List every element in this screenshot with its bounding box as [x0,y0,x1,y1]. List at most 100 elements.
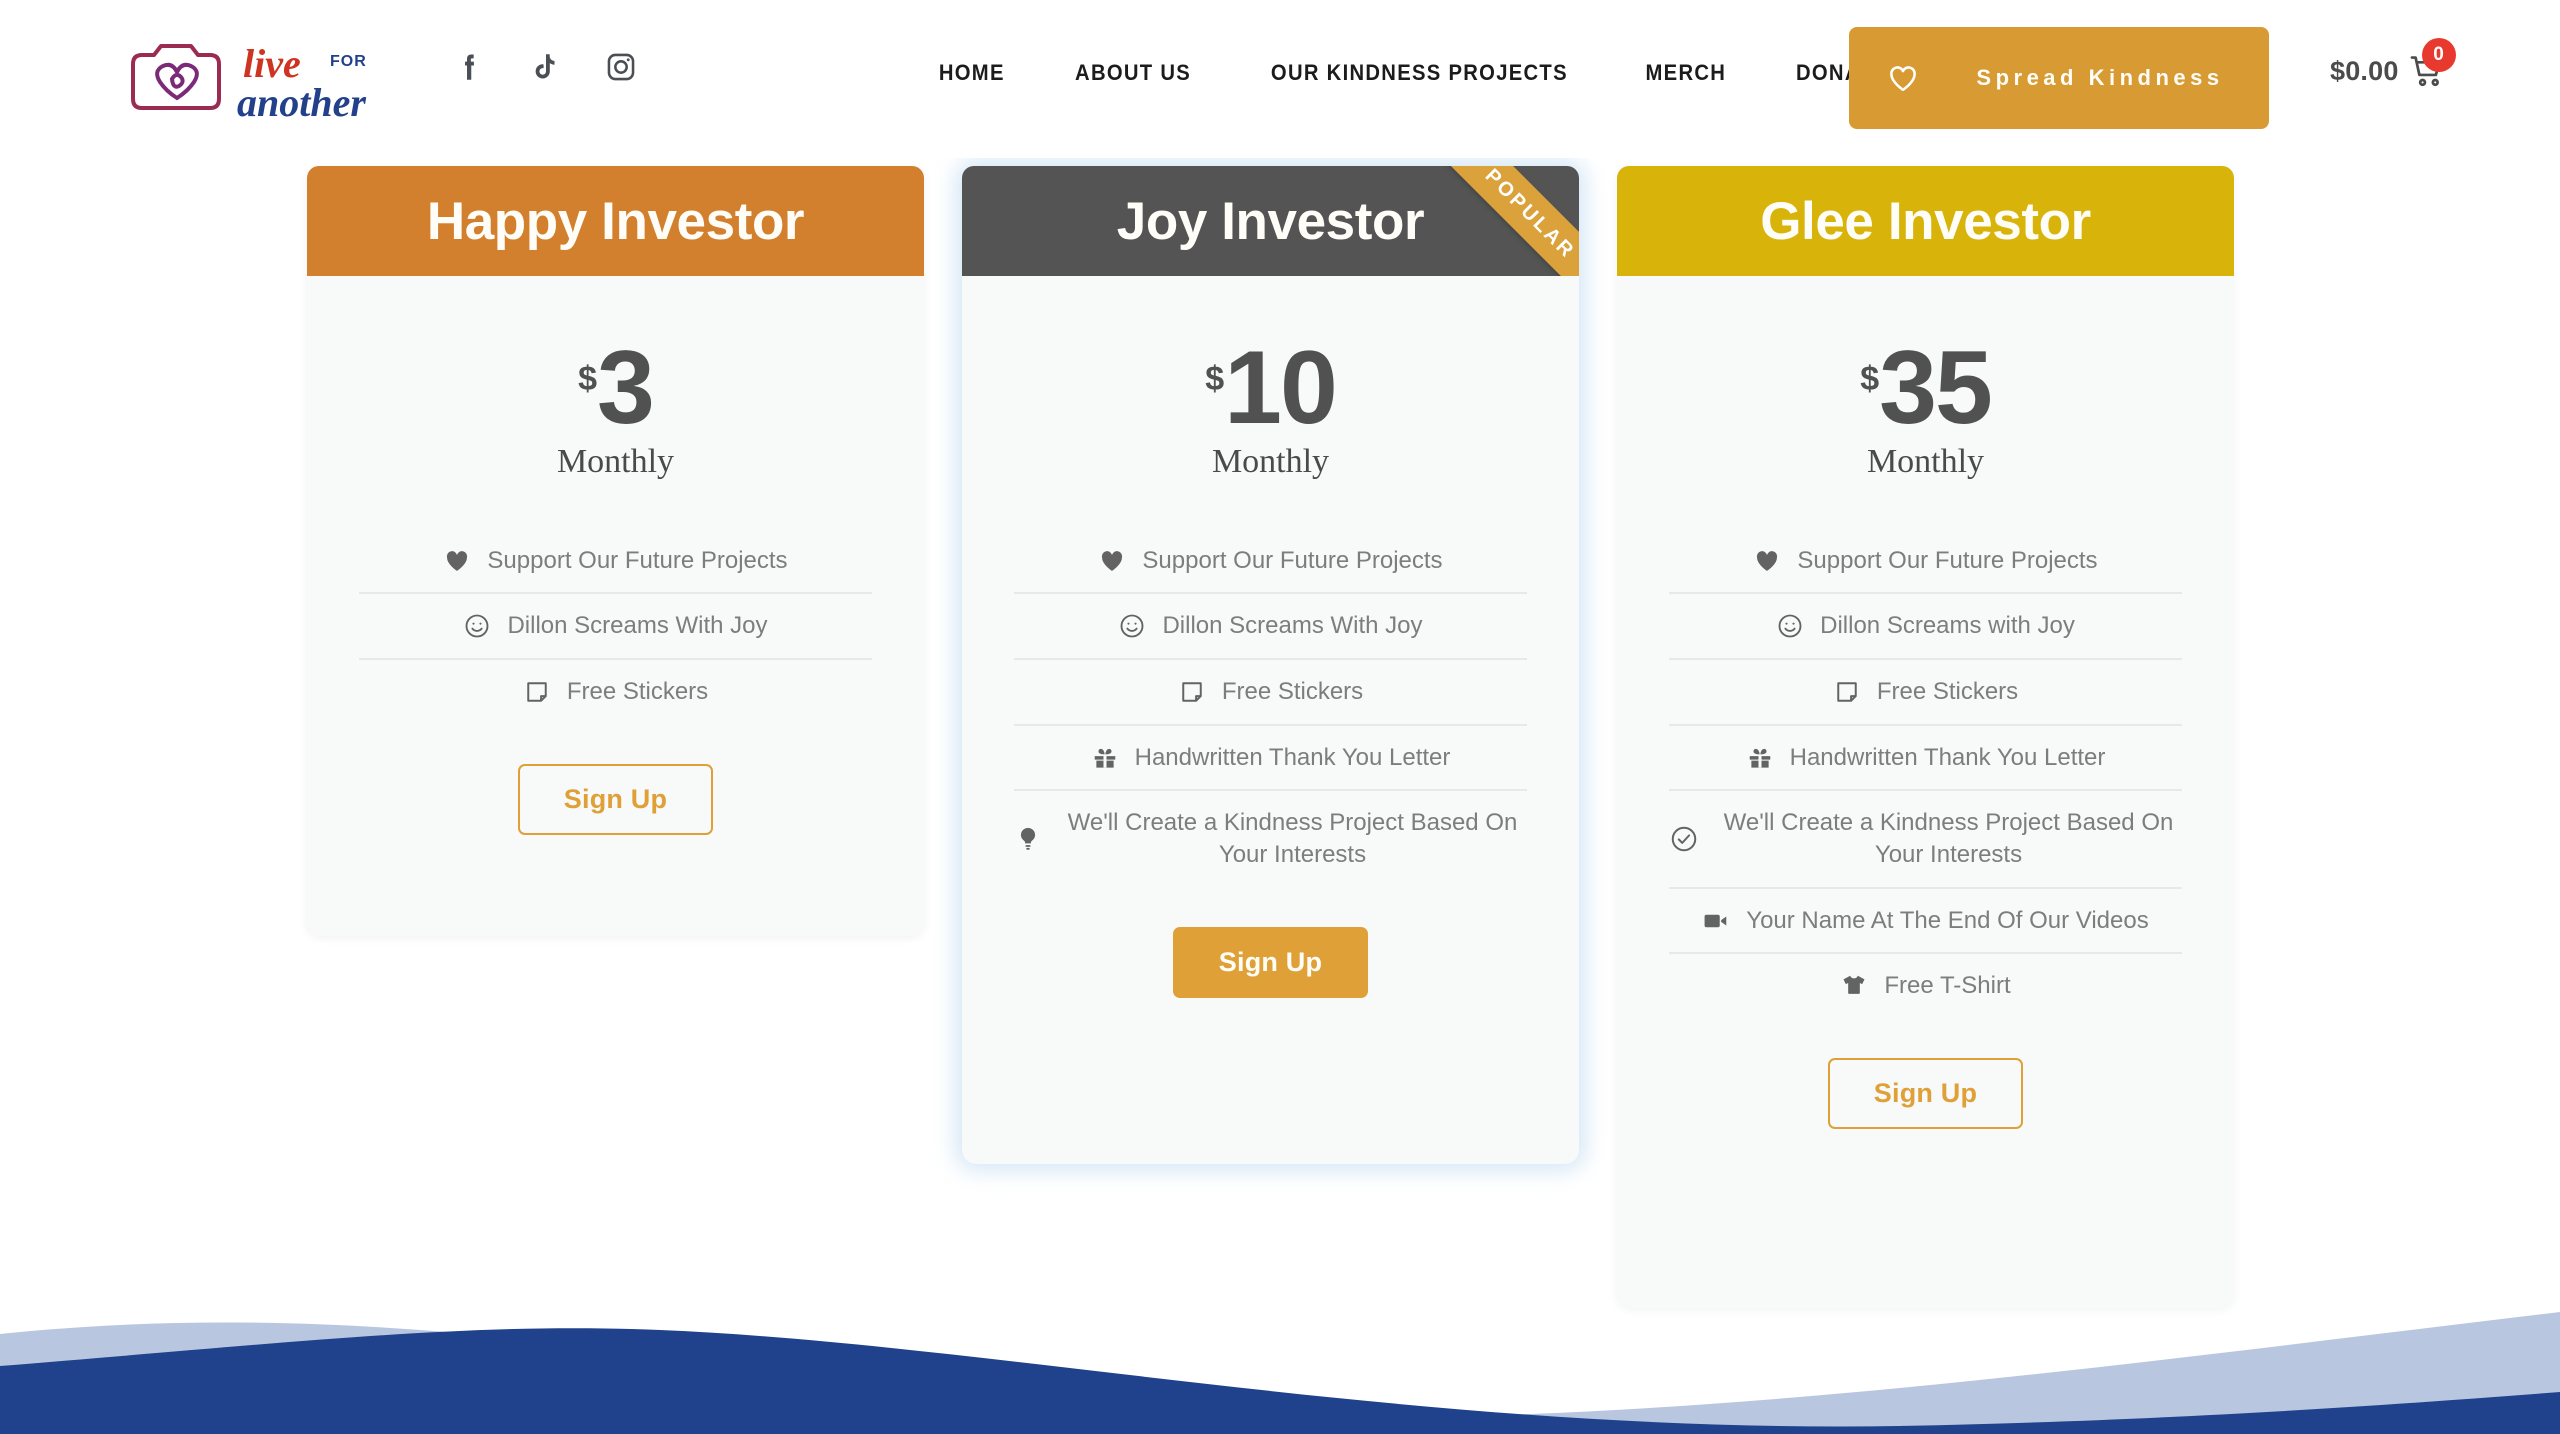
price-block-happy: $ 3 Monthly [307,276,924,481]
smiley-icon [463,612,491,640]
feature-item: Handwritten Thank You Letter [1014,723,1527,790]
pricing-card-header-happy: Happy Investor [307,166,924,276]
cart-icon-wrapper: 0 [2407,38,2456,90]
heart-filled-icon [1098,547,1126,575]
price-period-happy: Monthly [556,442,675,480]
heart-outline-icon [1849,61,1957,95]
logo-word-for: FOR [330,53,367,70]
popular-ribbon-label: POPULAR [1481,166,1579,263]
signup-wrapper-glee: Sign Up [1617,1058,2234,1130]
feature-label: We'll Create a Kindness Project Based On… [1723,809,2174,869]
smiley-icon [1118,612,1146,640]
heart-filled-icon [443,547,471,575]
feature-item: Dillon Screams With Joy [359,592,872,658]
price-amount-happy: 3 [597,330,655,446]
feature-item: Free T-Shirt [1669,952,2182,1018]
facebook-icon [465,54,474,80]
social-link-facebook[interactable] [452,50,486,84]
heart-filled-icon [1753,547,1781,575]
spread-kindness-button[interactable]: Spread Kindness [1849,27,2269,129]
price-currency-glee: $ [1860,360,1880,398]
cart-count-badge: 0 [2421,38,2456,72]
nav-item-about-us[interactable]: ABOUT US [1046,60,1219,86]
check-circle-icon [1669,824,1699,854]
pricing-card-header-joy: Joy Investor POPULAR [962,166,1579,276]
feature-label: We'll Create a Kindness Project Based On… [1067,809,1518,869]
gift-icon [1091,744,1119,772]
logo-icon: live FOR another [131,41,367,125]
site-logo[interactable]: live FOR another [125,34,435,126]
plan-title-joy: Joy Investor [1116,191,1425,251]
gift-icon [1746,744,1774,772]
popular-ribbon: POPULAR [1433,166,1579,276]
signup-button-joy[interactable]: Sign Up [1172,926,1369,998]
signup-wrapper-joy: Sign Up [962,926,1579,998]
sticker-note-icon [1833,678,1861,706]
pricing-card-glee: Glee Investor $ 35 Monthly Support Our F… [1617,166,2234,1308]
page-root: live FOR another HOME ABOUT US OUR KINDN… [0,0,2560,1434]
sticker-note-icon [523,678,551,706]
feature-list-glee: Support Our Future Projects Dillon Screa… [1617,529,2234,1018]
signup-button-glee[interactable]: Sign Up [1827,1058,2024,1130]
feature-item: Free Stickers [359,658,872,724]
pricing-card-header-glee: Glee Investor [1617,166,2234,276]
plan-title-happy: Happy Investor [426,191,805,251]
logo-word-another: another [237,80,366,125]
feature-item: Support Our Future Projects [1014,529,1527,593]
price-amount-glee: 35 [1879,330,1993,446]
feature-label: Free T-Shirt [1884,972,2011,1000]
feature-label: Your Name At The End Of Our Videos [1746,906,2149,934]
pricing-card-happy: Happy Investor $ 3 Monthly Support Our F… [307,166,924,936]
price-period-glee: Monthly [1866,442,1985,480]
tiktok-icon [535,54,555,79]
feature-label: Free Stickers [1221,678,1364,706]
feature-item: Your Name At The End Of Our Videos [1669,886,2182,953]
feature-list-joy: Support Our Future Projects Dillon Screa… [962,529,1579,887]
feature-item: Dillon Screams with Joy [1669,592,2182,658]
feature-label: Free Stickers [566,678,709,706]
feature-item: We'll Create a Kindness Project Based On… [1669,789,2182,886]
feature-item: We'll Create a Kindness Project Based On… [1014,789,1527,886]
social-link-instagram[interactable] [604,50,638,84]
feature-item: Free Stickers [1669,658,2182,724]
footer-wave [0,1294,2560,1434]
feature-item: Support Our Future Projects [1669,529,2182,593]
feature-label: Dillon Screams with Joy [1820,612,2075,640]
social-links [452,50,638,84]
feature-label: Handwritten Thank You Letter [1789,743,2106,771]
cart-amount: $0.00 [2330,55,2399,86]
price-block-joy: $ 10 Monthly [962,276,1579,481]
feature-item: Handwritten Thank You Letter [1669,723,2182,790]
site-header: live FOR another HOME ABOUT US OUR KINDN… [0,0,2560,158]
signup-button-happy[interactable]: Sign Up [517,763,714,835]
pricing-table: Happy Investor $ 3 Monthly Support Our F… [0,0,2560,1434]
main-navigation: HOME ABOUT US OUR KINDNESS PROJECTS MERC… [905,60,1923,86]
signup-wrapper-happy: Sign Up [307,763,924,835]
price-currency-joy: $ [1205,360,1225,398]
video-camera-icon [1702,907,1730,935]
feature-item: Support Our Future Projects [359,529,872,593]
feature-label: Support Our Future Projects [487,546,788,574]
feature-label: Dillon Screams With Joy [1162,612,1423,640]
nav-item-home[interactable]: HOME [910,60,1033,86]
feature-label: Support Our Future Projects [1142,546,1443,574]
price-currency-happy: $ [578,360,598,398]
feature-label: Dillon Screams With Joy [507,612,768,640]
nav-item-our-kindness-projects[interactable]: OUR KINDNESS PROJECTS [1242,60,1596,86]
price-period-joy: Monthly [1211,442,1330,480]
instagram-icon [607,53,635,81]
price-block-glee: $ 35 Monthly [1617,276,2234,481]
sticker-note-icon [1178,678,1206,706]
wave-graphic [0,1312,2560,1434]
cart-widget[interactable]: $0.00 0 [2330,38,2456,90]
feature-list-happy: Support Our Future Projects Dillon Screa… [307,529,924,724]
nav-item-merch[interactable]: MERCH [1617,60,1755,86]
plan-title-glee: Glee Investor [1760,191,2091,251]
feature-label: Free Stickers [1876,678,2019,706]
lightbulb-icon [1014,825,1042,853]
feature-label: Handwritten Thank You Letter [1134,743,1451,771]
social-link-tiktok[interactable] [528,50,562,84]
feature-item: Free Stickers [1014,658,1527,724]
price-amount-joy: 10 [1224,330,1338,446]
feature-label: Support Our Future Projects [1797,546,2098,574]
